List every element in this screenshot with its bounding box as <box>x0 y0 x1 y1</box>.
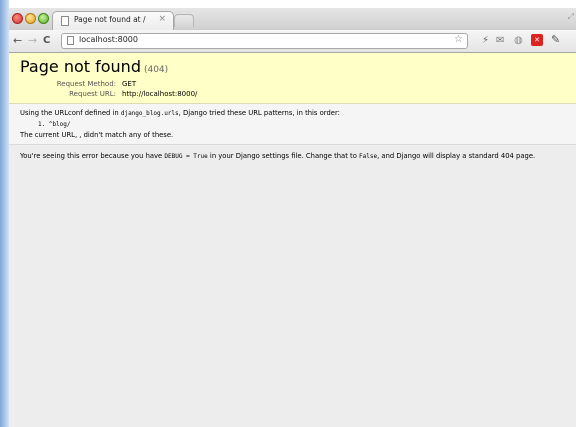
explanation-middle: in your Django settings file. Change tha… <box>207 152 360 160</box>
urlconf-suffix: , Django tried these URL patterns, in th… <box>178 109 340 117</box>
browser-toolbar: ← → C localhost:8000 ☆ ⚡ ✉ ◍ ✕ ✎ <box>9 30 576 53</box>
tab-strip: Page not found at / × ⤢ <box>9 8 576 30</box>
request-method-value: GET <box>122 80 137 88</box>
bookmark-star-icon[interactable]: ☆ <box>454 34 463 45</box>
page-favicon-icon <box>61 16 69 26</box>
window-zoom-button[interactable] <box>38 13 49 24</box>
wrench-icon[interactable]: ✎ <box>551 33 560 46</box>
urlconf-line: Using the URLconf defined in django_blog… <box>20 108 565 119</box>
explanation-prefix: You're seeing this error because you hav… <box>20 152 165 160</box>
request-method-label: Request Method: <box>56 80 116 88</box>
back-button[interactable]: ← <box>13 34 22 48</box>
gmail-icon[interactable]: ✉ <box>496 34 504 47</box>
debug-setting: DEBUG = True <box>164 153 208 160</box>
shield-extension-icon[interactable]: ◍ <box>514 34 523 47</box>
debug-explanation: You're seeing this error because you hav… <box>9 145 576 168</box>
urlconf-prefix: Using the URLconf defined in <box>20 109 121 117</box>
explanation-suffix: , and Django will display a standard 404… <box>377 152 536 160</box>
url-text[interactable]: localhost:8000 <box>79 35 138 44</box>
request-method-row: Request Method: GET <box>20 80 576 90</box>
page-title-text: Page not found <box>20 57 141 76</box>
urlconf-module: django_blog.urls <box>120 110 179 117</box>
fullscreen-icon[interactable]: ⤢ <box>568 12 574 22</box>
address-bar[interactable]: localhost:8000 ☆ <box>61 33 468 49</box>
reload-button[interactable]: C <box>43 34 50 48</box>
forward-button[interactable]: → <box>28 34 37 48</box>
page-icon <box>67 36 74 45</box>
bolt-extension-icon[interactable]: ⚡ <box>482 34 489 47</box>
tab-active[interactable]: Page not found at / × <box>52 11 174 30</box>
request-url-row: Request URL: http://localhost:8000/ <box>20 90 576 100</box>
red-x-extension-icon[interactable]: ✕ <box>531 34 543 46</box>
false-value: False <box>359 153 378 160</box>
request-url-value: http://localhost:8000/ <box>122 89 198 98</box>
urlconf-info: Using the URLconf defined in django_blog… <box>9 104 576 145</box>
desktop-background <box>0 0 9 427</box>
request-url-label: Request URL: <box>69 89 116 98</box>
tab-title: Page not found at / <box>74 15 146 24</box>
error-summary: Page not found (404) Request Method: GET R… <box>9 53 576 104</box>
page-title: Page not found (404) <box>20 57 576 80</box>
new-tab-button[interactable] <box>174 14 194 27</box>
status-code: (404) <box>143 65 169 75</box>
url-pattern-item: 1. ^blog/ <box>38 121 71 128</box>
no-match-text: The current URL, , didn't match any of t… <box>20 131 174 139</box>
window-minimize-button[interactable] <box>25 13 36 24</box>
window-close-button[interactable] <box>12 13 23 24</box>
browser-window: Page not found at / × ⤢ ← → C localhost:… <box>9 8 576 427</box>
tab-close-icon[interactable]: × <box>158 14 166 24</box>
